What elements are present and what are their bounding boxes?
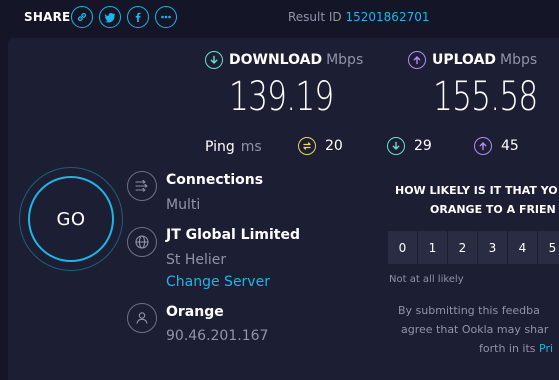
change-server-link[interactable]: Change Server	[166, 274, 270, 290]
ping-idle: 20	[298, 137, 343, 155]
link-icon[interactable]	[71, 6, 93, 28]
go-button[interactable]: GO	[28, 176, 114, 262]
share-label: SHARE	[24, 10, 71, 24]
download-label: DOWNLOAD	[229, 52, 323, 68]
ping-upload: 45	[474, 137, 519, 155]
rating-5[interactable]: 5	[538, 231, 559, 264]
connections-icon[interactable]	[127, 171, 157, 201]
ping-header: Ping ms	[205, 137, 262, 157]
survey-question-line2: ORANGE TO A FRIEN	[430, 203, 556, 216]
survey-question-line1: HOW LIKELY IS IT THAT YO	[395, 184, 558, 197]
disclaimer-line3-text: forth in its	[479, 342, 536, 355]
ping-upload-icon	[474, 137, 492, 155]
go-label: GO	[56, 208, 86, 230]
disclaimer-line3: forth in its Pri	[479, 342, 553, 355]
upload-arrow-icon	[408, 51, 426, 69]
ping-upload-value: 45	[501, 138, 519, 154]
result-id-label: Result ID	[288, 10, 342, 24]
result-id: Result ID 15201862701	[288, 10, 429, 24]
ping-idle-icon	[298, 137, 316, 155]
ping-download-icon	[387, 137, 405, 155]
rating-2[interactable]: 2	[448, 231, 477, 264]
rating-3[interactable]: 3	[478, 231, 507, 264]
more-icon[interactable]	[155, 6, 177, 28]
upload-label: UPLOAD	[432, 52, 497, 68]
upload-unit: Mbps	[500, 52, 538, 68]
download-speed: 139.19	[229, 74, 334, 120]
rating-min-label: Not at all likely	[389, 274, 464, 285]
disclaimer-line2: agree that Ookla may shar	[401, 323, 549, 336]
user-icon	[127, 303, 157, 333]
download-header: DOWNLOAD Mbps	[205, 51, 363, 69]
connections-value[interactable]: Multi	[166, 197, 200, 213]
ping-idle-value: 20	[325, 138, 343, 154]
ping-label: Ping	[205, 139, 235, 155]
server-location: St Helier	[166, 252, 227, 268]
provider-name: Orange	[166, 304, 224, 320]
download-arrow-icon	[205, 51, 223, 69]
rating-1[interactable]: 1	[418, 231, 447, 264]
top-bar: SHARE Result ID 15201862701	[0, 0, 559, 34]
privacy-link[interactable]: Pri	[539, 342, 553, 355]
rating-0[interactable]: 0	[388, 231, 417, 264]
rating-scale: 0 1 2 3 4 5	[388, 231, 559, 264]
connections-title: Connections	[166, 172, 264, 188]
result-id-value[interactable]: 15201862701	[346, 10, 430, 24]
rating-4[interactable]: 4	[508, 231, 537, 264]
ping-unit: ms	[240, 139, 262, 155]
ping-download: 29	[387, 137, 432, 155]
upload-header: UPLOAD Mbps	[408, 51, 537, 69]
ping-download-value: 29	[414, 138, 432, 154]
disclaimer-line1: By submitting this feedba	[398, 304, 540, 317]
twitter-icon[interactable]	[99, 6, 121, 28]
server-name: JT Global Limited	[166, 227, 300, 243]
download-unit: Mbps	[326, 52, 364, 68]
provider-ip: 90.46.201.167	[166, 328, 269, 344]
facebook-icon[interactable]	[127, 6, 149, 28]
upload-speed: 155.58	[433, 74, 538, 120]
globe-icon	[127, 227, 157, 257]
